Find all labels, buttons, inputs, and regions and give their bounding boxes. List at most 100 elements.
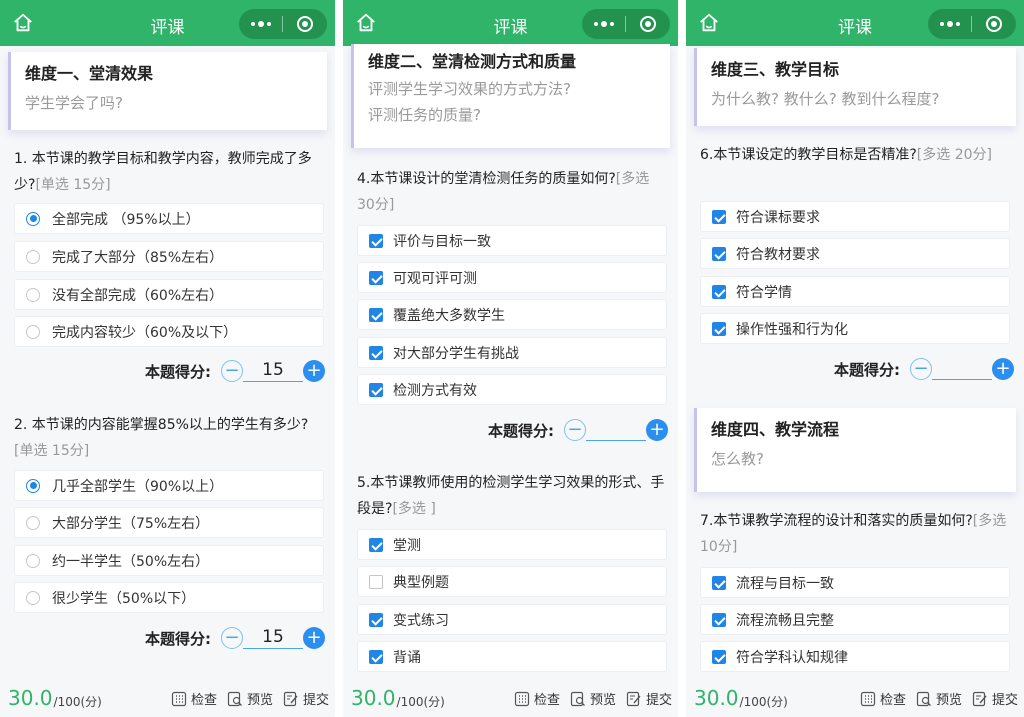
score-input[interactable]: 15: [243, 360, 303, 382]
option-checkbox[interactable]: 操作性强和行为化: [700, 313, 1010, 344]
plus-icon[interactable]: +: [646, 419, 668, 441]
dimension-title: 维度一、堂清效果: [25, 64, 154, 83]
option-checkbox[interactable]: 符合学情: [700, 276, 1010, 307]
question-2: 2. 本节课的内容能掌握85%以上的学生有多少?[单选 15分]: [14, 417, 309, 459]
score-stepper: 本题得分: − +: [488, 419, 668, 441]
dimension-subtitle: 评测学生学习效果的方式方法?: [368, 80, 571, 98]
option-checkbox[interactable]: 堂测: [357, 529, 667, 560]
checkbox-checked-icon: [369, 233, 383, 248]
option-radio[interactable]: 全部完成 （95%以上）: [14, 203, 324, 234]
option-checkbox[interactable]: 符合教材要求: [700, 238, 1010, 269]
option-radio[interactable]: 约一半学生（50%左右）: [14, 545, 324, 576]
plus-icon[interactable]: +: [992, 358, 1014, 380]
nav-bar: 评课: [343, 0, 678, 46]
score-label: 本题得分:: [488, 421, 554, 440]
question-7: 7.本节课教学流程的设计和落实的质量如何?[多选 10分]: [700, 513, 1007, 555]
minus-icon[interactable]: −: [564, 419, 586, 441]
nav-bar: 评课: [0, 0, 335, 46]
question-1: 1. 本节课的教学目标和教学内容，教师完成了多少?[单选 15分]: [14, 151, 312, 193]
radio-icon: [26, 553, 40, 568]
submit-icon: [283, 691, 298, 706]
submit-button[interactable]: 提交: [283, 689, 329, 708]
minus-icon[interactable]: −: [910, 358, 932, 380]
submit-icon: [972, 691, 987, 706]
preview-button[interactable]: 预览: [570, 689, 616, 708]
bottom-bar: 30.0/100(分) 检查 预览 提交: [0, 679, 335, 717]
option-checkbox[interactable]: 符合学科认知规律: [700, 641, 1010, 672]
total-score: 30.0: [694, 686, 739, 710]
score-input[interactable]: [932, 358, 992, 380]
option-checkbox[interactable]: 可观可评可测: [357, 262, 667, 293]
option-checkbox[interactable]: 变式练习: [357, 604, 667, 635]
option-checkbox[interactable]: 符合课标要求: [700, 201, 1010, 232]
score-label: 本题得分:: [145, 629, 211, 648]
option-checkbox[interactable]: 典型例题: [357, 566, 667, 597]
grid-icon: [514, 691, 530, 706]
close-target-icon[interactable]: [972, 16, 1015, 32]
plus-icon[interactable]: +: [303, 627, 325, 649]
option-radio[interactable]: 大部分学生（75%左右）: [14, 507, 324, 538]
preview-button[interactable]: 预览: [227, 689, 273, 708]
checkbox-checked-icon: [712, 321, 726, 336]
option-checkbox[interactable]: 背诵: [357, 641, 667, 672]
question-6: 6.本节课设定的教学目标是否精准?[多选 20分]: [700, 147, 992, 163]
dimension-title: 维度四、教学流程: [711, 420, 840, 439]
checkbox-checked-icon: [369, 382, 383, 397]
total-score: 30.0: [8, 686, 53, 710]
question-tag: [多选 ]: [392, 501, 436, 517]
score-stepper: 本题得分: − 15 +: [145, 627, 325, 649]
option-checkbox[interactable]: 评价与目标一致: [357, 225, 667, 256]
option-checkbox[interactable]: 对大部分学生有挑战: [357, 337, 667, 368]
option-radio[interactable]: 完成内容较少（60%及以下）: [14, 316, 324, 347]
option-checkbox[interactable]: 检测方式有效: [357, 374, 667, 405]
score-input[interactable]: 15: [243, 627, 303, 649]
score-label: 本题得分:: [145, 362, 211, 381]
checkbox-checked-icon: [369, 612, 383, 627]
submit-button[interactable]: 提交: [626, 689, 672, 708]
dimension-card: 维度一、堂清效果 学生学会了吗?: [8, 52, 327, 130]
option-radio[interactable]: 很少学生（50%以下）: [14, 582, 324, 613]
score-stepper: 本题得分: − 15 +: [145, 360, 325, 382]
screenshot-stage: 评课 维度一、堂清效果 学生学会了吗? 1. 本节课的教学目标和教学内容，教师完…: [0, 0, 1024, 717]
option-radio[interactable]: 完成了大部分（85%左右）: [14, 241, 324, 272]
dimension-subtitle: 怎么教?: [711, 450, 764, 468]
more-icon[interactable]: [239, 21, 282, 27]
option-checkbox[interactable]: 流程流畅且完整: [700, 604, 1010, 635]
check-button[interactable]: 检查: [171, 689, 217, 708]
mini-program-capsule: [928, 9, 1016, 39]
score-input[interactable]: [586, 419, 646, 441]
checkbox-checked-icon: [369, 270, 383, 285]
minus-icon[interactable]: −: [221, 360, 243, 382]
radio-icon: [26, 590, 40, 605]
more-icon[interactable]: [582, 21, 625, 27]
close-target-icon[interactable]: [626, 16, 669, 32]
option-checkbox[interactable]: 覆盖绝大多数学生: [357, 299, 667, 330]
score-stepper: 本题得分: − +: [834, 358, 1014, 380]
checkbox-checked-icon: [712, 575, 726, 590]
question-tag: [单选 15分]: [14, 443, 90, 459]
option-checkbox[interactable]: 流程与目标一致: [700, 567, 1010, 598]
question-tag: [多选 20分]: [916, 147, 992, 163]
panel-dimension-3-4: 评课 维度三、教学目标 为什么教? 教什么? 教到什么程度? 6.本节课设定的教…: [686, 0, 1024, 717]
dimension-subtitle: 为什么教? 教什么? 教到什么程度?: [711, 90, 940, 108]
checkbox-icon: [369, 574, 383, 589]
checkbox-checked-icon: [712, 246, 726, 261]
check-button[interactable]: 检查: [514, 689, 560, 708]
preview-icon: [570, 691, 585, 706]
dimension-card: 维度三、教学目标 为什么教? 教什么? 教到什么程度?: [694, 48, 1016, 126]
question-4: 4.本节课设计的堂清检测任务的质量如何?[多选 30分]: [357, 171, 650, 213]
check-button[interactable]: 检查: [860, 689, 906, 708]
option-radio[interactable]: 没有全部完成（60%左右）: [14, 279, 324, 310]
more-icon[interactable]: [928, 21, 971, 27]
close-target-icon[interactable]: [283, 16, 326, 32]
option-radio[interactable]: 几乎全部学生（90%以上）: [14, 470, 324, 501]
grid-icon: [860, 691, 876, 706]
checkbox-checked-icon: [369, 537, 383, 552]
preview-button[interactable]: 预览: [916, 689, 962, 708]
plus-icon[interactable]: +: [303, 360, 325, 382]
minus-icon[interactable]: −: [221, 627, 243, 649]
checkbox-checked-icon: [712, 612, 726, 627]
preview-icon: [227, 691, 242, 706]
submit-button[interactable]: 提交: [972, 689, 1018, 708]
dimension-title: 维度二、堂清检测方式和质量: [368, 52, 577, 71]
